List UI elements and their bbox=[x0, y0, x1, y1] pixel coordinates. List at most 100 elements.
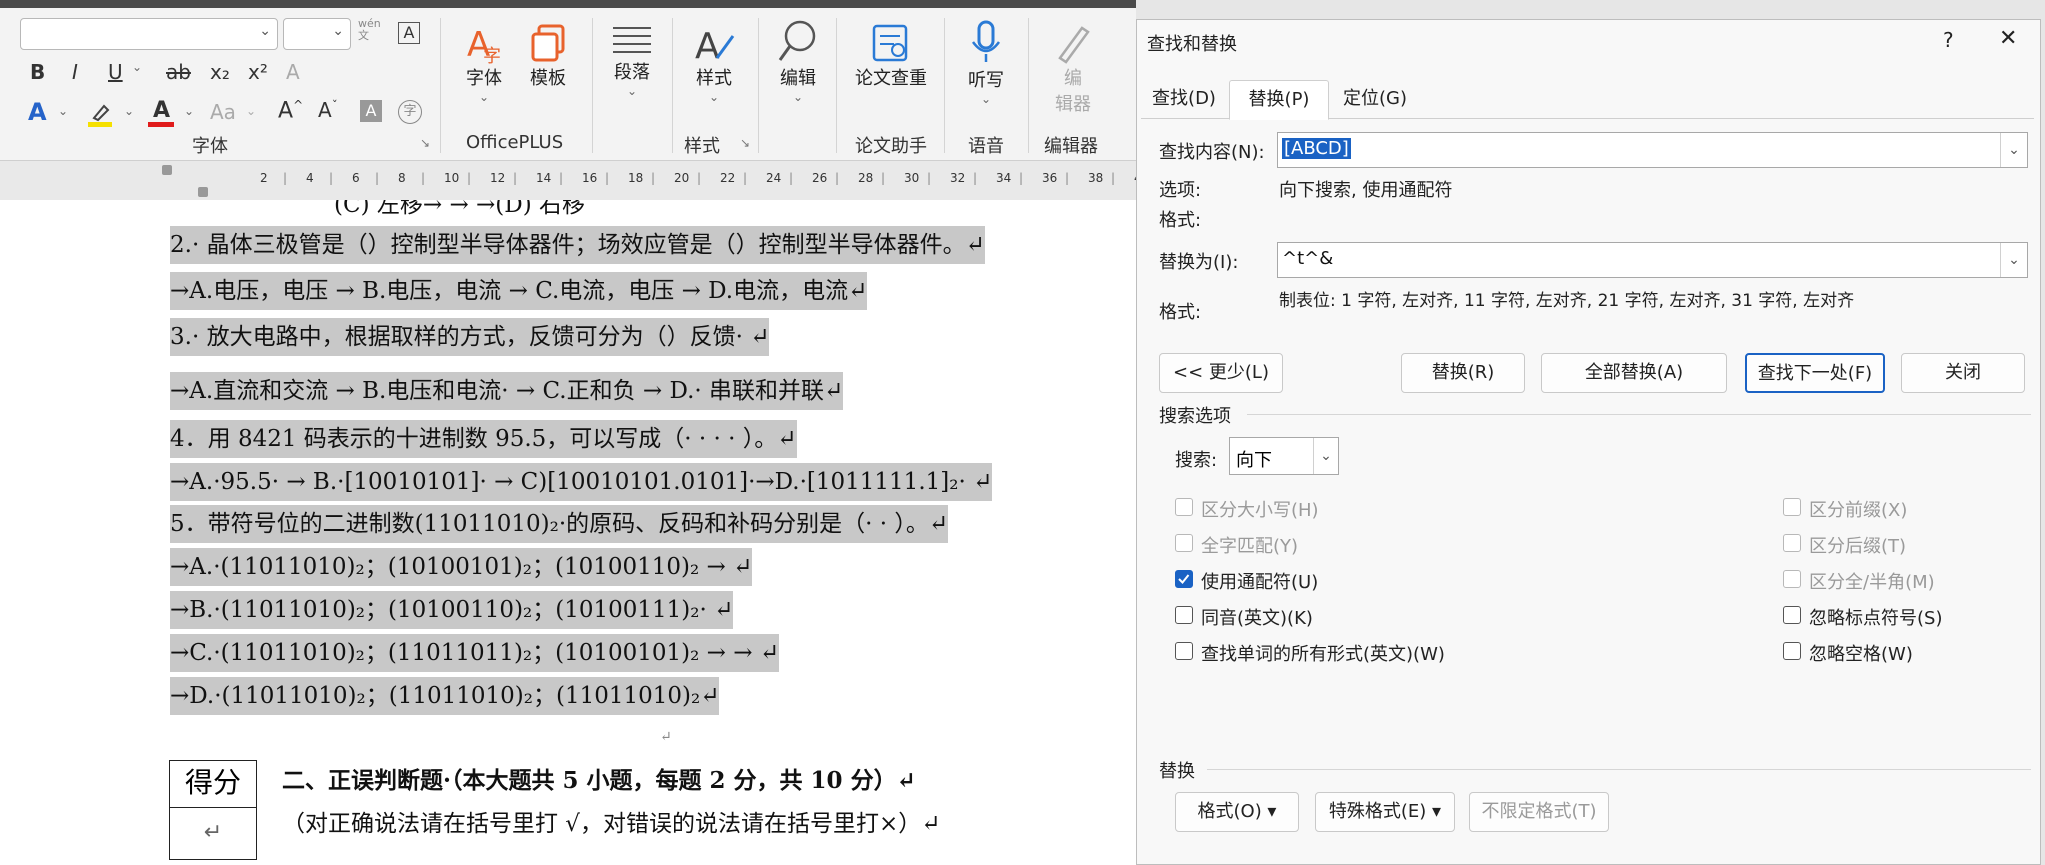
dictate-button[interactable]: 听写 ⌄ bbox=[956, 20, 1016, 106]
chevron-down-icon[interactable]: ⌄ bbox=[2000, 133, 2027, 167]
paragraph-label: 段落 bbox=[614, 62, 650, 83]
checkbox[interactable] bbox=[1175, 534, 1193, 552]
ruler-tick-label: 6 bbox=[352, 171, 360, 185]
svg-text:字: 字 bbox=[483, 46, 501, 64]
less-button[interactable]: << 更少(L) bbox=[1159, 353, 1283, 393]
ruler-tick-mark: | bbox=[467, 171, 472, 185]
ruler-tick-label: 16 bbox=[582, 171, 598, 185]
document-page[interactable]: (C) 左移→ → →(D) 右移 2.· 晶体三极管是（）控制型半导体器件；场… bbox=[0, 200, 1136, 865]
text-effect-icon[interactable]: A bbox=[28, 98, 47, 126]
format-menu-button[interactable]: 格式(O) ▾ bbox=[1175, 792, 1299, 832]
checkbox[interactable] bbox=[1175, 606, 1193, 624]
dictate-label: 听写 bbox=[968, 70, 1004, 91]
checkbox-label: 区分前缀(X) bbox=[1809, 500, 1908, 521]
underline-button[interactable]: U bbox=[108, 60, 123, 84]
indent-marker-icon[interactable] bbox=[162, 165, 172, 175]
tab-find[interactable]: 查找(D) bbox=[1147, 80, 1221, 118]
no-format-button[interactable]: 不限定格式(T) bbox=[1469, 792, 1609, 832]
format-value-replace: 制表位: 1 字符, 左对齐, 11 字符, 左对齐, 21 字符, 左对齐, … bbox=[1279, 291, 1855, 311]
replace-input[interactable]: ^t^& ⌄ bbox=[1277, 242, 2028, 278]
dialog-launcher-icon[interactable]: ↘ bbox=[740, 136, 750, 150]
separator bbox=[592, 18, 593, 153]
dialog-launcher-icon[interactable]: ↘ bbox=[420, 136, 430, 150]
checkbox[interactable] bbox=[1783, 642, 1801, 660]
subscript-button[interactable]: x₂ bbox=[210, 60, 230, 84]
format-label-replace: 格式: bbox=[1159, 302, 1202, 323]
score-cell[interactable]: ↵ bbox=[170, 807, 256, 859]
checkbox[interactable] bbox=[1783, 534, 1801, 552]
checkbox[interactable] bbox=[1783, 498, 1801, 516]
ruler-tick-mark: | bbox=[559, 171, 564, 185]
template-icon bbox=[531, 24, 565, 62]
chevron-down-icon[interactable]: ⌄ bbox=[246, 104, 256, 118]
question-3: 3.· 放大电路中，根据取样的方式，反馈可分为（）反馈· ↵ bbox=[170, 318, 770, 356]
tab-replace[interactable]: 替换(P) bbox=[1229, 80, 1329, 120]
chevron-down-icon[interactable]: ⌄ bbox=[124, 104, 134, 118]
change-case-button[interactable]: Aa bbox=[210, 100, 236, 124]
tab-goto[interactable]: 定位(G) bbox=[1335, 80, 1415, 118]
char-border-icon[interactable]: A bbox=[398, 22, 420, 44]
chevron-down-icon[interactable]: ⌄ bbox=[2000, 243, 2027, 277]
help-button[interactable]: ? bbox=[1943, 28, 1954, 52]
close-icon[interactable]: ✕ bbox=[1999, 26, 2017, 51]
style-button[interactable]: A 样式 ⌄ bbox=[686, 22, 742, 104]
indent-marker-icon[interactable] bbox=[198, 187, 208, 197]
chevron-down-icon[interactable]: ⌄ bbox=[184, 104, 194, 118]
italic-button[interactable]: I bbox=[72, 60, 78, 84]
chevron-down-icon: ⌄ bbox=[478, 90, 490, 104]
ruler-tick-label: 38 bbox=[1088, 171, 1104, 185]
style-group-label: 样式 bbox=[684, 136, 720, 157]
checkbox[interactable] bbox=[1175, 498, 1193, 516]
phonetic-guide-icon[interactable]: wén 文 bbox=[358, 18, 381, 42]
font-color-icon[interactable]: A bbox=[148, 98, 176, 128]
highlight-icon[interactable] bbox=[86, 100, 114, 128]
search-direction-select[interactable]: 向下 ⌄ bbox=[1229, 437, 1339, 475]
special-format-button[interactable]: 特殊格式(E) ▾ bbox=[1315, 792, 1455, 832]
find-next-button[interactable]: 查找下一处(F) bbox=[1745, 353, 1885, 393]
enclose-char-icon[interactable]: 字 bbox=[398, 100, 422, 124]
question-5-option-d: →D.·(11011010)₂；(11011010)₂；(11011010)₂↵ bbox=[170, 677, 720, 715]
template-button[interactable]: 模板 bbox=[520, 22, 576, 90]
checkbox[interactable] bbox=[1175, 570, 1193, 588]
paper-check-button[interactable]: 论文查重 bbox=[848, 22, 934, 90]
paragraph-button[interactable]: 段落 ⌄ bbox=[604, 22, 660, 98]
replace-button[interactable]: 替换(R) bbox=[1401, 353, 1525, 393]
font-name-dropdown[interactable]: ⌄ bbox=[20, 18, 278, 50]
ruler-tick-label: 34 bbox=[996, 171, 1012, 185]
font-size-dropdown[interactable]: ⌄ bbox=[283, 18, 351, 50]
chevron-down-icon: ⌄ bbox=[332, 23, 344, 39]
checkbox-label: 查找单词的所有形式(英文)(W) bbox=[1201, 644, 1445, 665]
replace-all-button[interactable]: 全部替换(A) bbox=[1541, 353, 1727, 393]
ruler-tick-mark: | bbox=[881, 171, 886, 185]
checkbox[interactable] bbox=[1175, 642, 1193, 660]
find-input[interactable]: [ABCD] ⌄ bbox=[1277, 132, 2028, 168]
shrink-font-icon[interactable]: Aˇ bbox=[318, 98, 338, 122]
checkbox[interactable] bbox=[1783, 606, 1801, 624]
checkbox-label: 同音(英文)(K) bbox=[1201, 608, 1313, 629]
options-value: 向下搜索, 使用通配符 bbox=[1279, 180, 1453, 201]
ruler-tick-mark: | bbox=[697, 171, 702, 185]
char-shading-icon[interactable]: A bbox=[360, 100, 382, 122]
ruler-tick-mark: | bbox=[1111, 171, 1116, 185]
search-direction-label: 搜索: bbox=[1175, 450, 1218, 471]
checkbox[interactable] bbox=[1783, 570, 1801, 588]
clear-format-icon[interactable]: A bbox=[286, 60, 300, 84]
grow-font-icon[interactable]: A^ bbox=[278, 98, 303, 123]
section-note: （对正确说法请在括号里打 √，对错误的说法请在括号里打×）↵ bbox=[282, 811, 941, 837]
editor-button[interactable]: 编 辑器 bbox=[1040, 22, 1106, 116]
strikethrough-button[interactable]: ab bbox=[166, 60, 191, 84]
ruler-tick-label: 24 bbox=[766, 171, 782, 185]
horizontal-ruler[interactable]: 2 | 4 | 6 | 8 | 10 | 12 | 14 | 16 | 18 | 20 | 22 | 24 | 26 | 28 | 30… bbox=[0, 160, 1161, 201]
edit-button[interactable]: 编辑 ⌄ bbox=[770, 18, 826, 104]
question-5-option-c: →C.·(11011010)₂；(11011011)₂；(10100101)₂ … bbox=[170, 634, 780, 672]
chevron-down-icon[interactable]: ⌄ bbox=[132, 60, 142, 74]
chevron-down-icon[interactable]: ⌄ bbox=[58, 104, 68, 118]
close-button[interactable]: 关闭 bbox=[1901, 353, 2025, 393]
ruler-tick-mark: | bbox=[605, 171, 610, 185]
font-big-button[interactable]: A字 字体 ⌄ bbox=[456, 22, 512, 104]
bold-button[interactable]: B bbox=[30, 60, 45, 84]
font-group-label: 字体 bbox=[192, 136, 228, 157]
template-label: 模板 bbox=[530, 68, 566, 89]
ruler-tick-mark: | bbox=[651, 171, 656, 185]
superscript-button[interactable]: x² bbox=[248, 60, 268, 84]
